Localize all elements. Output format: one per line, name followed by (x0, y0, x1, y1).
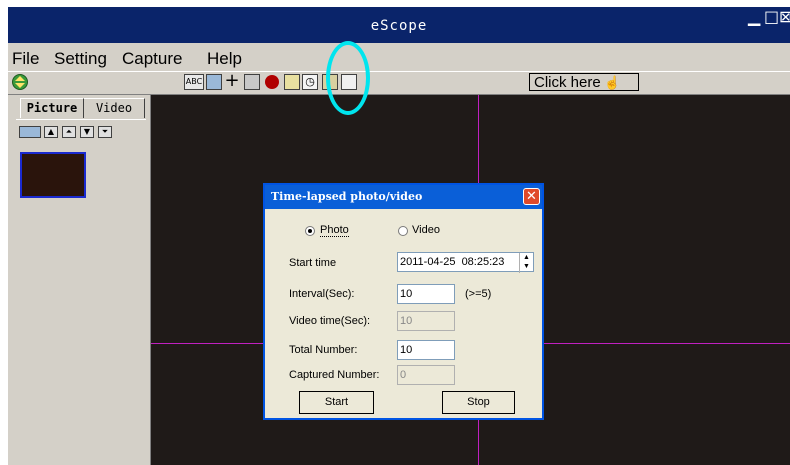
picture-thumbnail[interactable] (20, 152, 86, 198)
film-icon[interactable] (19, 126, 41, 138)
photo-label[interactable]: Photo (320, 224, 349, 237)
escope-window: eScope ▁ □ ⊠ File Setting Capture Help A… (8, 7, 790, 465)
interval-field[interactable]: 10 (397, 284, 455, 304)
pointer-hand-icon: ☝ (600, 75, 621, 90)
time-lapse-dialog: Time-lapsed photo/video ✕ Photo Video St… (263, 183, 544, 420)
total-number-label: Total Number: (289, 344, 358, 356)
video-time-field: 10 (397, 311, 455, 331)
clock-icon[interactable]: ◷ (302, 74, 318, 90)
menu-file[interactable]: File (12, 49, 39, 69)
stop-button[interactable]: Stop (442, 391, 515, 414)
video-time-label: Video time(Sec): (289, 315, 371, 327)
close-icon[interactable]: ⊠ (779, 9, 790, 25)
click-here-button[interactable]: Click here ☝ (529, 73, 639, 91)
dialog-title-bar[interactable]: Time-lapsed photo/video ✕ (265, 185, 542, 209)
tab-video[interactable]: Video (84, 98, 145, 118)
start-time-field[interactable]: 2011-04-25 08:25:23 ▲ ▼ (397, 252, 534, 273)
time-spinner[interactable]: ▲ ▼ (519, 253, 533, 273)
camera-icon[interactable] (206, 74, 222, 90)
captured-number-label: Captured Number: (289, 369, 380, 381)
menu-setting[interactable]: Setting (54, 49, 107, 69)
window-title: eScope (370, 18, 428, 34)
menu-help[interactable]: Help (207, 49, 242, 69)
tab-underline (16, 119, 146, 120)
toolbar: ABC + ◷ Click here ☝ (8, 71, 790, 95)
click-here-label: Click here (534, 74, 601, 91)
start-time-label: Start time (289, 257, 337, 269)
bottom-icon[interactable]: ⏷ (98, 126, 112, 138)
interval-hint: (>=5) (465, 288, 492, 300)
home-icon[interactable] (12, 74, 28, 90)
record-icon[interactable] (265, 75, 279, 89)
interval-label: Interval(Sec): (289, 288, 355, 300)
video-radio[interactable] (398, 226, 408, 236)
measure-icon[interactable] (284, 74, 300, 90)
start-button[interactable]: Start (299, 391, 374, 414)
top-icon[interactable]: ⏶ (62, 126, 76, 138)
dialog-title: Time-lapsed photo/video (271, 190, 423, 203)
captured-number-field: 0 (397, 365, 455, 385)
down-icon[interactable]: ▼ (80, 126, 94, 138)
photo-radio[interactable] (305, 226, 315, 236)
video-label[interactable]: Video (412, 224, 440, 236)
minimize-icon[interactable]: ▁ (748, 9, 760, 25)
title-bar[interactable]: eScope ▁ □ ⊠ (8, 7, 790, 43)
total-number-field[interactable]: 10 (397, 340, 455, 360)
tab-picture[interactable]: Picture (20, 98, 84, 118)
crosshair-icon[interactable]: + (224, 72, 240, 90)
up-icon[interactable]: ▲ (44, 126, 58, 138)
close-icon[interactable]: ✕ (523, 188, 540, 205)
left-panel: Picture Video ▲ ⏶ ▼ ⏷ (8, 95, 151, 465)
menu-bar: File Setting Capture Help (8, 49, 790, 71)
start-time-value: 2011-04-25 08:25:23 (400, 256, 505, 268)
snapshot-icon[interactable] (244, 74, 260, 90)
menu-capture[interactable]: Capture (122, 49, 182, 69)
highlight-circle (326, 41, 370, 115)
maximize-icon[interactable]: □ (764, 9, 779, 25)
text-tool-icon[interactable]: ABC (184, 74, 204, 90)
